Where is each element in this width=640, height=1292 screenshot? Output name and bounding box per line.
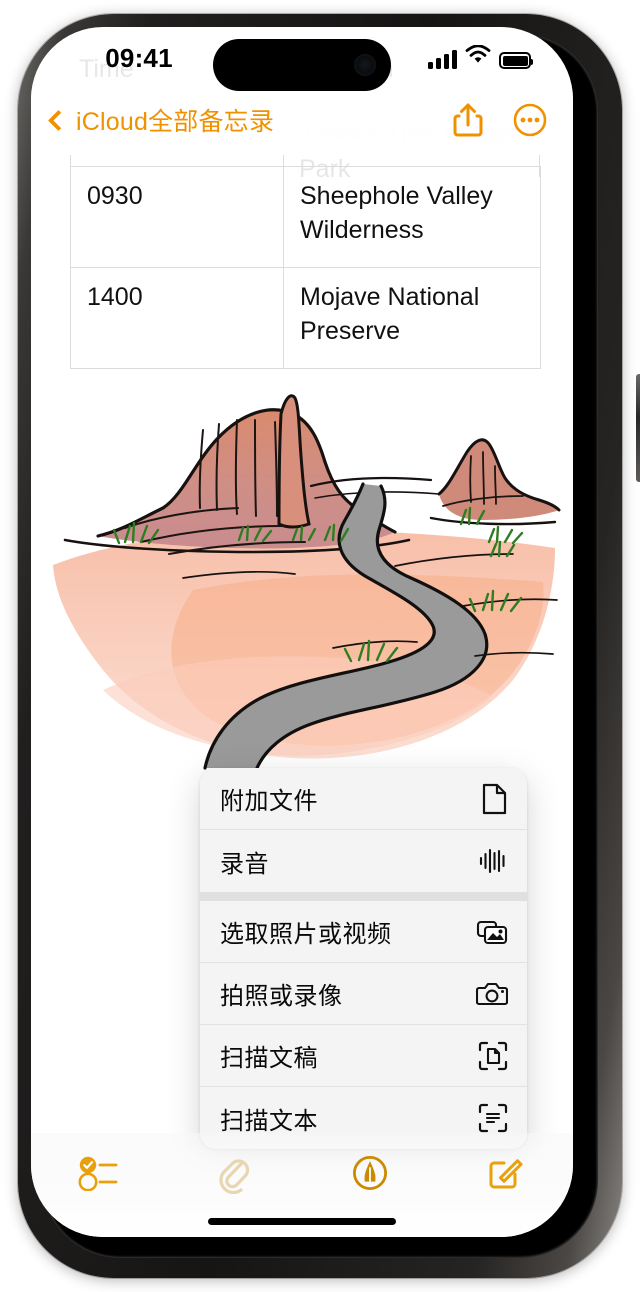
desert-mesa-road-sketch[interactable] bbox=[43, 390, 563, 770]
scan-document-icon bbox=[478, 1041, 508, 1071]
menu-item-label: 拍照或录像 bbox=[220, 983, 343, 1010]
compose-button[interactable] bbox=[438, 1147, 574, 1199]
attachment-menu[interactable]: 附加文件 录音 选取照片或视频 拍照或录像 扫描文稿 扫描文本 bbox=[200, 768, 527, 1149]
menu-item-label: 扫描文本 bbox=[220, 1107, 318, 1135]
checklist-icon bbox=[78, 1156, 118, 1191]
screenshot-root: Time 0600 Location Joshua Tree National … bbox=[0, 0, 640, 1292]
home-indicator[interactable] bbox=[208, 1218, 396, 1225]
waveform-icon bbox=[478, 847, 508, 875]
share-button[interactable] bbox=[453, 102, 483, 138]
attachment-button[interactable] bbox=[167, 1147, 303, 1199]
paperclip-icon bbox=[219, 1159, 250, 1194]
table-partial-row-above bbox=[70, 155, 540, 177]
power-button[interactable] bbox=[636, 374, 640, 482]
chevron-left-icon bbox=[47, 109, 70, 131]
back-to-notes-list-button[interactable]: iCloud全部备忘录 bbox=[45, 102, 274, 138]
markup-pen-icon bbox=[352, 1155, 387, 1191]
table-cell-place[interactable]: Mojave National Preserve bbox=[283, 267, 541, 369]
menu-item-take-photo-or-video[interactable]: 拍照或录像 bbox=[200, 963, 527, 1025]
attachment-menu-group-2: 选取照片或视频 拍照或录像 扫描文稿 扫描文本 bbox=[200, 901, 527, 1149]
table-top-clipped-edge bbox=[31, 155, 573, 253]
more-options-button[interactable] bbox=[513, 103, 547, 137]
attachment-menu-group-1: 附加文件 录音 bbox=[200, 768, 527, 892]
menu-item-choose-photo-or-video[interactable]: 选取照片或视频 bbox=[200, 901, 527, 963]
back-button-label: iCloud全部备忘录 bbox=[76, 108, 275, 136]
menu-item-label: 附加文件 bbox=[220, 788, 318, 815]
camera-icon bbox=[475, 981, 509, 1007]
photo-library-icon bbox=[476, 918, 508, 946]
menu-item-attach-file[interactable]: 附加文件 bbox=[200, 768, 527, 830]
checklist-button[interactable] bbox=[31, 1147, 167, 1199]
table-cell-time[interactable]: 1400 bbox=[70, 267, 284, 369]
menu-item-label: 选取照片或视频 bbox=[220, 921, 392, 948]
menu-group-separator bbox=[200, 892, 527, 901]
compose-icon bbox=[489, 1159, 523, 1189]
navigation-actions bbox=[453, 102, 547, 138]
document-icon bbox=[480, 783, 508, 815]
markup-button[interactable] bbox=[302, 1147, 438, 1199]
menu-item-label: 扫描文稿 bbox=[220, 1045, 318, 1072]
table-row[interactable]: 1400 Mojave National Preserve bbox=[70, 267, 541, 369]
menu-item-label: 录音 bbox=[220, 850, 269, 878]
menu-item-record-audio[interactable]: 录音 bbox=[200, 830, 527, 892]
phone-screen: Time 0600 Location Joshua Tree National … bbox=[31, 27, 573, 1237]
menu-item-scan-document[interactable]: 扫描文稿 bbox=[200, 1025, 527, 1087]
navigation-bar: iCloud全部备忘录 bbox=[31, 89, 573, 151]
scan-text-icon bbox=[478, 1103, 508, 1133]
